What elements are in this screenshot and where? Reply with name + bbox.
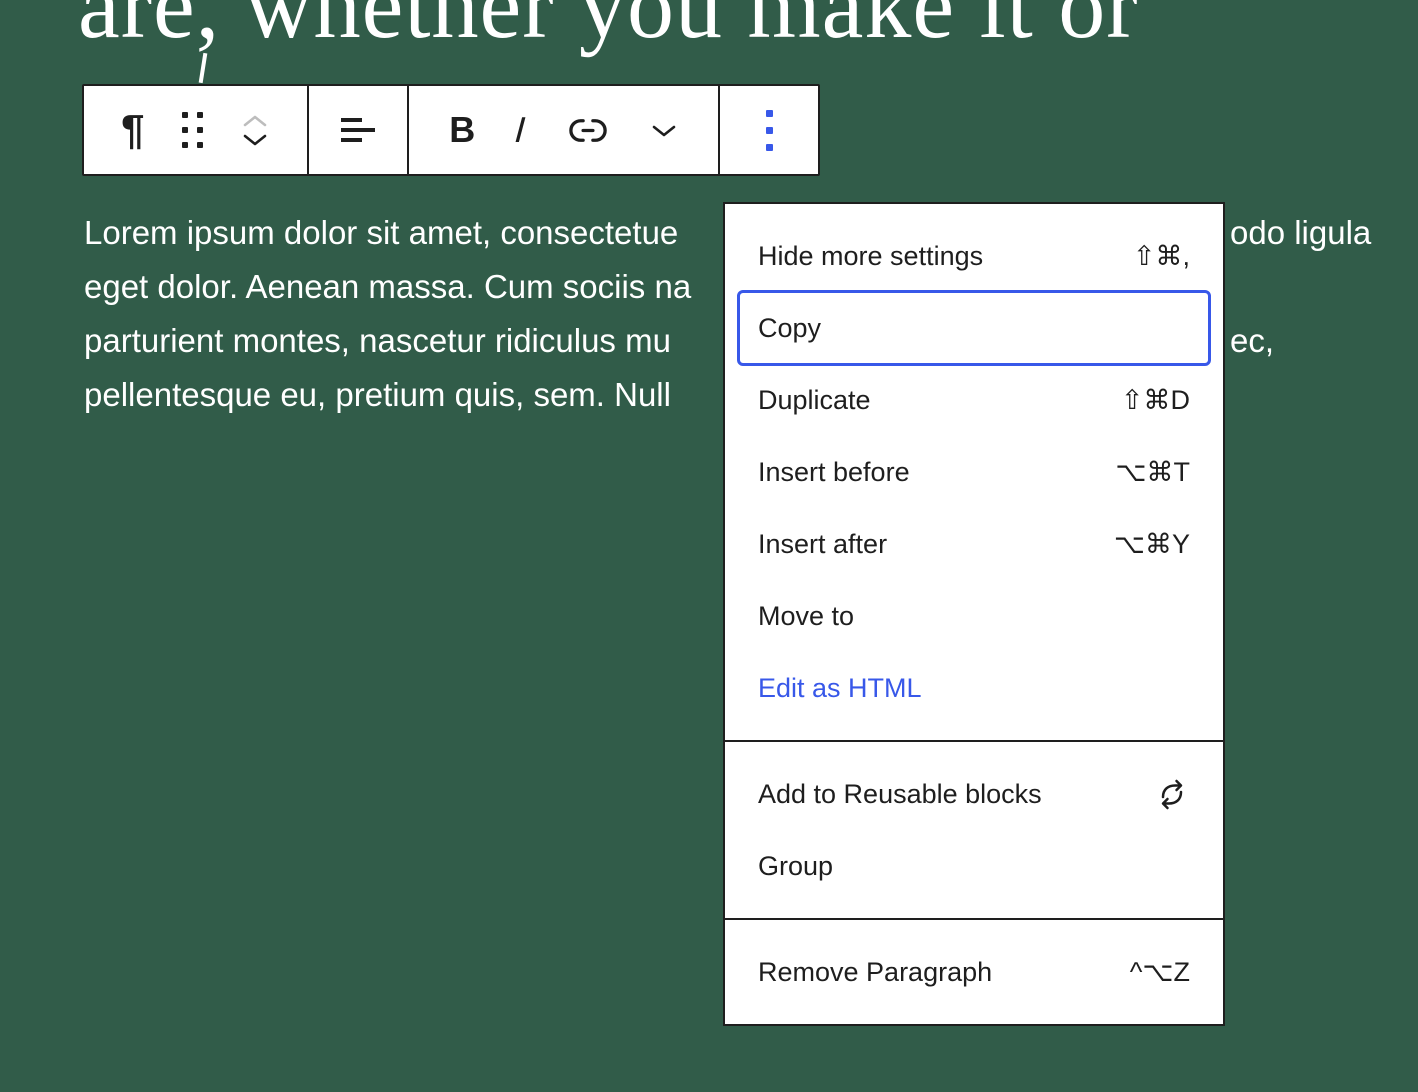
block-options-menu: Hide more settings ⇧⌘, Copy Duplicate ⇧⌘… [723, 202, 1225, 1026]
link-icon [566, 112, 610, 149]
menu-item-label: Hide more settings [758, 241, 983, 272]
move-up-icon [240, 113, 270, 129]
block-toolbar: ¶ [82, 84, 820, 176]
editor-canvas: are, whether you make it or ¶ [0, 0, 1418, 1092]
paragraph-block-button[interactable]: ¶ [121, 109, 144, 151]
menu-item-label: Add to Reusable blocks [758, 779, 1042, 810]
block-controls-group: ¶ [84, 86, 309, 174]
bold-button[interactable]: B [449, 112, 475, 148]
alignment-group [309, 86, 409, 174]
chevron-down-icon [650, 122, 678, 139]
menu-item-insert-before[interactable]: Insert before ⌥⌘T [725, 436, 1223, 508]
menu-item-add-to-reusable-blocks[interactable]: Add to Reusable blocks [725, 758, 1223, 830]
menu-item-label: Copy [758, 313, 821, 344]
paragraph-block-text[interactable]: Lorem ipsum dolor sit amet, consectetue … [84, 206, 691, 422]
menu-item-shortcut: ⇧⌘D [1121, 385, 1190, 416]
menu-item-label: Move to [758, 601, 854, 632]
menu-item-label: Group [758, 851, 833, 882]
link-button[interactable] [566, 112, 610, 149]
paragraph-line: pellentesque eu, pretium quis, sem. Null [84, 368, 691, 422]
post-heading[interactable]: are, whether you make it or [78, 0, 1139, 60]
move-up-button[interactable] [240, 113, 270, 129]
paragraph-line-fragment: ec, [1230, 314, 1274, 368]
menu-item-edit-as-html[interactable]: Edit as HTML [725, 652, 1223, 724]
move-down-button[interactable] [240, 132, 270, 148]
menu-item-group[interactable]: Group [725, 830, 1223, 902]
options-button[interactable] [766, 105, 773, 156]
align-text-button[interactable] [340, 115, 376, 145]
options-ellipsis-icon [766, 105, 773, 156]
menu-item-label: Remove Paragraph [758, 957, 992, 988]
menu-item-label: Insert after [758, 529, 887, 560]
menu-item-shortcut: ⌥⌘Y [1114, 529, 1190, 560]
menu-item-copy[interactable]: Copy [725, 292, 1223, 364]
menu-item-insert-after[interactable]: Insert after ⌥⌘Y [725, 508, 1223, 580]
menu-item-label: Edit as HTML [758, 673, 922, 704]
options-group [720, 86, 818, 174]
paragraph-line-fragment: odo ligula [1230, 206, 1371, 260]
block-mover [240, 113, 270, 148]
menu-section-remove: Remove Paragraph ^⌥Z [725, 920, 1223, 1024]
paragraph-line: Lorem ipsum dolor sit amet, consectetue [84, 206, 691, 260]
drag-handle[interactable] [182, 112, 203, 148]
menu-item-shortcut: ^⌥Z [1130, 957, 1190, 988]
italic-button[interactable]: I [515, 112, 525, 148]
menu-section-reusable: Add to Reusable blocks Group [725, 742, 1223, 920]
italic-icon: I [514, 112, 527, 148]
reusable-block-icon [1154, 776, 1190, 812]
paragraph-block-icon: ¶ [121, 109, 144, 151]
menu-item-move-to[interactable]: Move to [725, 580, 1223, 652]
menu-section-settings: Hide more settings ⇧⌘, Copy Duplicate ⇧⌘… [725, 204, 1223, 742]
more-formats-button[interactable] [650, 122, 678, 139]
paragraph-line: eget dolor. Aenean massa. Cum sociis na [84, 260, 691, 314]
menu-item-shortcut: ⇧⌘, [1133, 241, 1190, 272]
menu-item-label: Insert before [758, 457, 910, 488]
bold-icon: B [449, 112, 475, 148]
menu-item-shortcut: ⌥⌘T [1115, 457, 1190, 488]
drag-handle-icon [182, 112, 203, 148]
menu-item-hide-more-settings[interactable]: Hide more settings ⇧⌘, [725, 220, 1223, 292]
align-text-left-icon [340, 115, 376, 145]
paragraph-line: parturient montes, nascetur ridiculus mu [84, 314, 691, 368]
menu-item-remove-paragraph[interactable]: Remove Paragraph ^⌥Z [725, 936, 1223, 1008]
menu-item-label: Duplicate [758, 385, 871, 416]
formatting-group: B I [409, 86, 720, 174]
move-down-icon [240, 132, 270, 148]
menu-item-duplicate[interactable]: Duplicate ⇧⌘D [725, 364, 1223, 436]
